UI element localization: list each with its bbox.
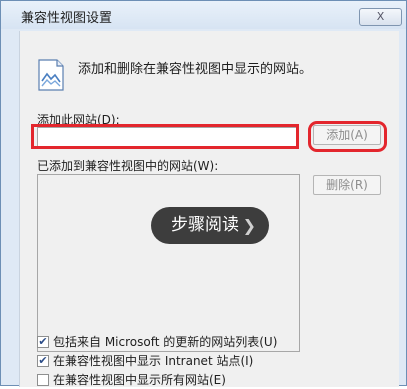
document-icon: [38, 59, 64, 91]
compat-view-settings-dialog: 兼容性视图设置 X 添加和删除在兼容性视图中显示的网站。 添加此网站(D): 添…: [0, 0, 407, 387]
sites-list-label: 已添加到兼容性视图中的网站(W):: [37, 159, 219, 173]
dialog-title: 兼容性视图设置: [21, 11, 113, 26]
step-reading-button[interactable]: 步骤阅读 ❯: [151, 207, 269, 244]
close-button[interactable]: X: [359, 8, 402, 26]
step-reading-label: 步骤阅读: [171, 215, 239, 235]
intro-text: 添加和删除在兼容性视图中显示的网站。: [78, 62, 313, 77]
checkbox-label: 包括来自 Microsoft 的更新的网站列表(U): [53, 335, 278, 349]
checkbox-checked-icon[interactable]: ✔: [37, 355, 49, 367]
add-site-input[interactable]: [37, 127, 298, 147]
add-site-label: 添加此网站(D):: [37, 113, 120, 127]
checkbox-checked-icon[interactable]: ✔: [37, 336, 49, 348]
sites-listbox[interactable]: [37, 174, 300, 352]
remove-button[interactable]: 删除(R): [313, 175, 381, 195]
checkbox-label: 在兼容性视图中显示 Intranet 站点(I): [53, 354, 254, 368]
add-button[interactable]: 添加(A): [313, 125, 381, 145]
checkbox-unchecked-icon[interactable]: [37, 374, 49, 386]
chevron-right-icon: ❯: [242, 216, 256, 235]
title-bar[interactable]: 兼容性视图设置 X: [1, 1, 406, 29]
